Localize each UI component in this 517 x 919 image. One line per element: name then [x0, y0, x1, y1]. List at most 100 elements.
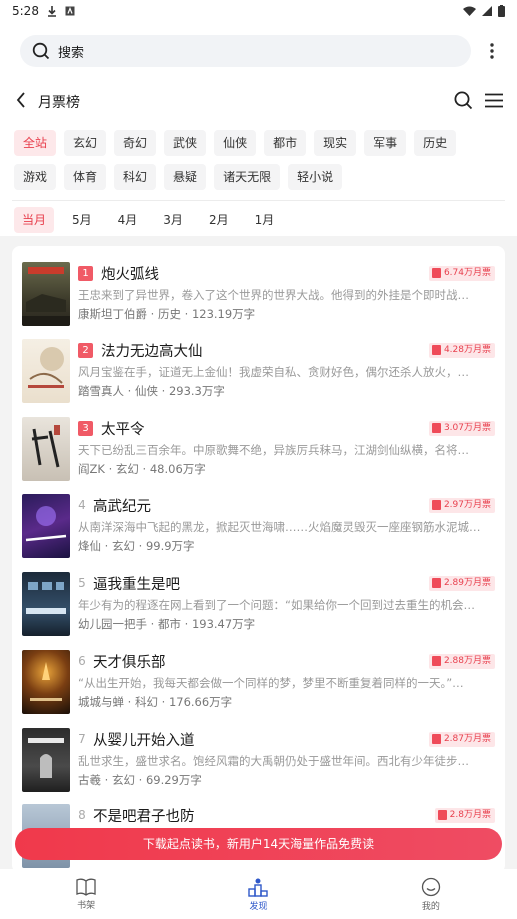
rank-badge: 3	[78, 420, 93, 436]
category-chip[interactable]: 科幻	[114, 164, 157, 190]
book-cover	[22, 339, 70, 403]
app-notification-icon	[65, 6, 75, 16]
book-icon	[76, 878, 96, 896]
page-title: 月票榜	[38, 95, 80, 111]
monthly-votes-badge: 2.8万月票	[434, 807, 495, 823]
book-description: 王忠来到了异世界，卷入了这个世界的世界大战。他得到的外挂是个即时战…	[78, 288, 469, 302]
book-meta: 城城与蝉 · 科幻 · 176.66万字	[78, 695, 233, 709]
rank-number: 5	[78, 575, 86, 590]
ticket-icon	[431, 656, 441, 666]
book-title: 天才俱乐部	[93, 654, 166, 671]
category-chip[interactable]: 悬疑	[164, 164, 207, 190]
search-placeholder: 搜索	[58, 45, 85, 61]
ticket-icon	[437, 810, 447, 820]
download-promo-banner[interactable]: 下载起点读书，新用户14天海量作品免费读	[15, 828, 502, 860]
month-tab[interactable]: 2月	[201, 207, 237, 233]
month-tab[interactable]: 1月	[247, 207, 283, 233]
book-description: 天下已纷乱三百余年。中原歌舞不绝，异族厉兵秣马，江湖剑仙纵横，名将…	[78, 443, 469, 457]
category-chip[interactable]: 都市	[264, 130, 307, 156]
cover-art	[31, 425, 60, 468]
book-item[interactable]: 1 炮火弧线 6.74万月票 王忠来到了异世界，卷入了这个世界的世界大战。他得到…	[22, 262, 495, 332]
signal-icon	[482, 6, 492, 16]
cover-art	[26, 582, 66, 614]
book-description: 乱世求生，盛世求名。饱经风霜的大禹朝仍处于盛世年间。西北有少年徒步…	[78, 754, 469, 768]
cover-art	[25, 506, 67, 542]
nav-discover[interactable]: 发现	[172, 869, 344, 919]
category-chip[interactable]: 玄幻	[64, 130, 107, 156]
book-title: 从婴儿开始入道	[93, 732, 195, 749]
page-header: 月票榜	[0, 80, 517, 124]
category-chip[interactable]: 轻小说	[288, 164, 343, 190]
cover-art	[30, 662, 62, 701]
book-meta: 踏雪真人 · 仙侠 · 293.3万字	[78, 384, 225, 398]
rank-number: 7	[78, 731, 86, 746]
book-title: 高武纪元	[93, 498, 151, 515]
category-chip[interactable]: 诸天无限	[214, 164, 281, 190]
category-chip[interactable]: 体育	[64, 164, 107, 190]
nav-label: 我的	[421, 901, 440, 912]
ticket-icon	[431, 345, 441, 355]
search-input[interactable]: 搜索	[20, 35, 471, 67]
book-title: 不是吧君子也防	[93, 808, 195, 825]
monthly-votes-badge: 2.88万月票	[428, 653, 495, 669]
category-chip[interactable]: 仙侠	[214, 130, 257, 156]
monthly-votes-badge: 2.87万月票	[428, 731, 495, 747]
book-title: 法力无边高大仙	[101, 343, 203, 360]
month-tab[interactable]: 5月	[64, 207, 100, 233]
ticket-icon	[431, 268, 441, 278]
more-options-button[interactable]	[481, 43, 503, 59]
category-chip[interactable]: 游戏	[14, 164, 57, 190]
menu-button[interactable]	[485, 93, 503, 112]
search-icon	[454, 91, 473, 109]
book-meta: 烽仙 · 玄幻 · 99.9万字	[78, 539, 195, 553]
category-filter: 全站 玄幻 奇幻 武侠 仙侠 都市 现实 军事 历史 游戏 体育 科幻 悬疑 诸…	[0, 124, 480, 190]
book-description: 风月宝鉴在手，证道无上金仙！我虚荣自私、贪财好色，偶尔还杀人放火，…	[78, 365, 469, 379]
category-chip[interactable]: 武侠	[164, 130, 207, 156]
header-search-button[interactable]	[454, 91, 473, 114]
book-description: 从南洋深海中飞起的黑龙，掀起灭世海啸……火焰魔灵毁灭一座座钢筋水泥城…	[78, 520, 481, 534]
monthly-votes-badge: 4.28万月票	[428, 342, 495, 358]
bottom-navigation: 书架 发现 我的	[0, 869, 517, 919]
rank-badge: 1	[78, 265, 93, 281]
podium-icon	[248, 878, 269, 897]
category-chip[interactable]: 奇幻	[114, 130, 157, 156]
book-cover	[22, 572, 70, 636]
book-item[interactable]: 6 天才俱乐部 2.88万月票 “从出生开始，我每天都会做一个同样的梦，梦里不断…	[22, 650, 495, 720]
book-title: 逼我重生是吧	[93, 576, 180, 593]
category-chip[interactable]: 军事	[364, 130, 407, 156]
book-item[interactable]: 4 高武纪元 2.97万月票 从南洋深海中飞起的黑龙，掀起灭世海啸……火焰魔灵毁…	[22, 494, 495, 564]
ticket-icon	[431, 423, 441, 433]
book-item[interactable]: 2 法力无边高大仙 4.28万月票 风月宝鉴在手，证道无上金仙！我虚荣自私、贪财…	[22, 339, 495, 409]
wifi-icon	[463, 6, 476, 16]
nav-profile[interactable]: 我的	[345, 869, 517, 919]
book-cover	[22, 650, 70, 714]
month-tab[interactable]: 4月	[110, 207, 146, 233]
rank-badge: 2	[78, 342, 93, 358]
category-chip[interactable]: 现实	[314, 130, 357, 156]
book-title: 炮火弧线	[101, 266, 159, 283]
download-icon	[47, 5, 56, 17]
rank-number: 4	[78, 497, 86, 512]
book-item[interactable]: 5 逼我重生是吧 2.89万月票 年少有为的程逐在网上看到了一个问题：“如果给你…	[22, 572, 495, 642]
category-chip[interactable]: 历史	[414, 130, 457, 156]
book-item[interactable]: 7 从婴儿开始入道 2.87万月票 乱世求生，盛世求名。饱经风霜的大禹朝仍处于盛…	[22, 728, 495, 798]
cover-art	[28, 347, 64, 388]
cover-art	[22, 267, 70, 326]
nav-bookshelf[interactable]: 书架	[0, 869, 172, 919]
ticket-icon	[431, 500, 441, 510]
book-description: 年少有为的程逐在网上看到了一个问题：“如果给你一个回到过去重生的机会…	[78, 598, 475, 612]
month-filter: 当月 5月 4月 3月 2月 1月	[0, 201, 517, 233]
month-tab[interactable]: 3月	[155, 207, 191, 233]
book-cover	[22, 728, 70, 792]
back-button[interactable]	[16, 92, 36, 112]
monthly-votes-badge: 2.89万月票	[428, 575, 495, 591]
book-title: 太平令	[101, 421, 145, 438]
book-meta: 康斯坦丁伯爵 · 历史 · 123.19万字	[78, 307, 256, 321]
category-chip-all[interactable]: 全站	[14, 130, 57, 156]
book-item[interactable]: 3 太平令 3.07万月票 天下已纷乱三百余年。中原歌舞不绝，异族厉兵秣马，江湖…	[22, 417, 495, 487]
battery-icon	[498, 5, 505, 17]
status-time: 5:28	[12, 4, 39, 18]
vertical-dots-icon	[490, 43, 494, 59]
month-tab-current[interactable]: 当月	[14, 207, 55, 233]
nav-label: 发现	[249, 901, 268, 912]
